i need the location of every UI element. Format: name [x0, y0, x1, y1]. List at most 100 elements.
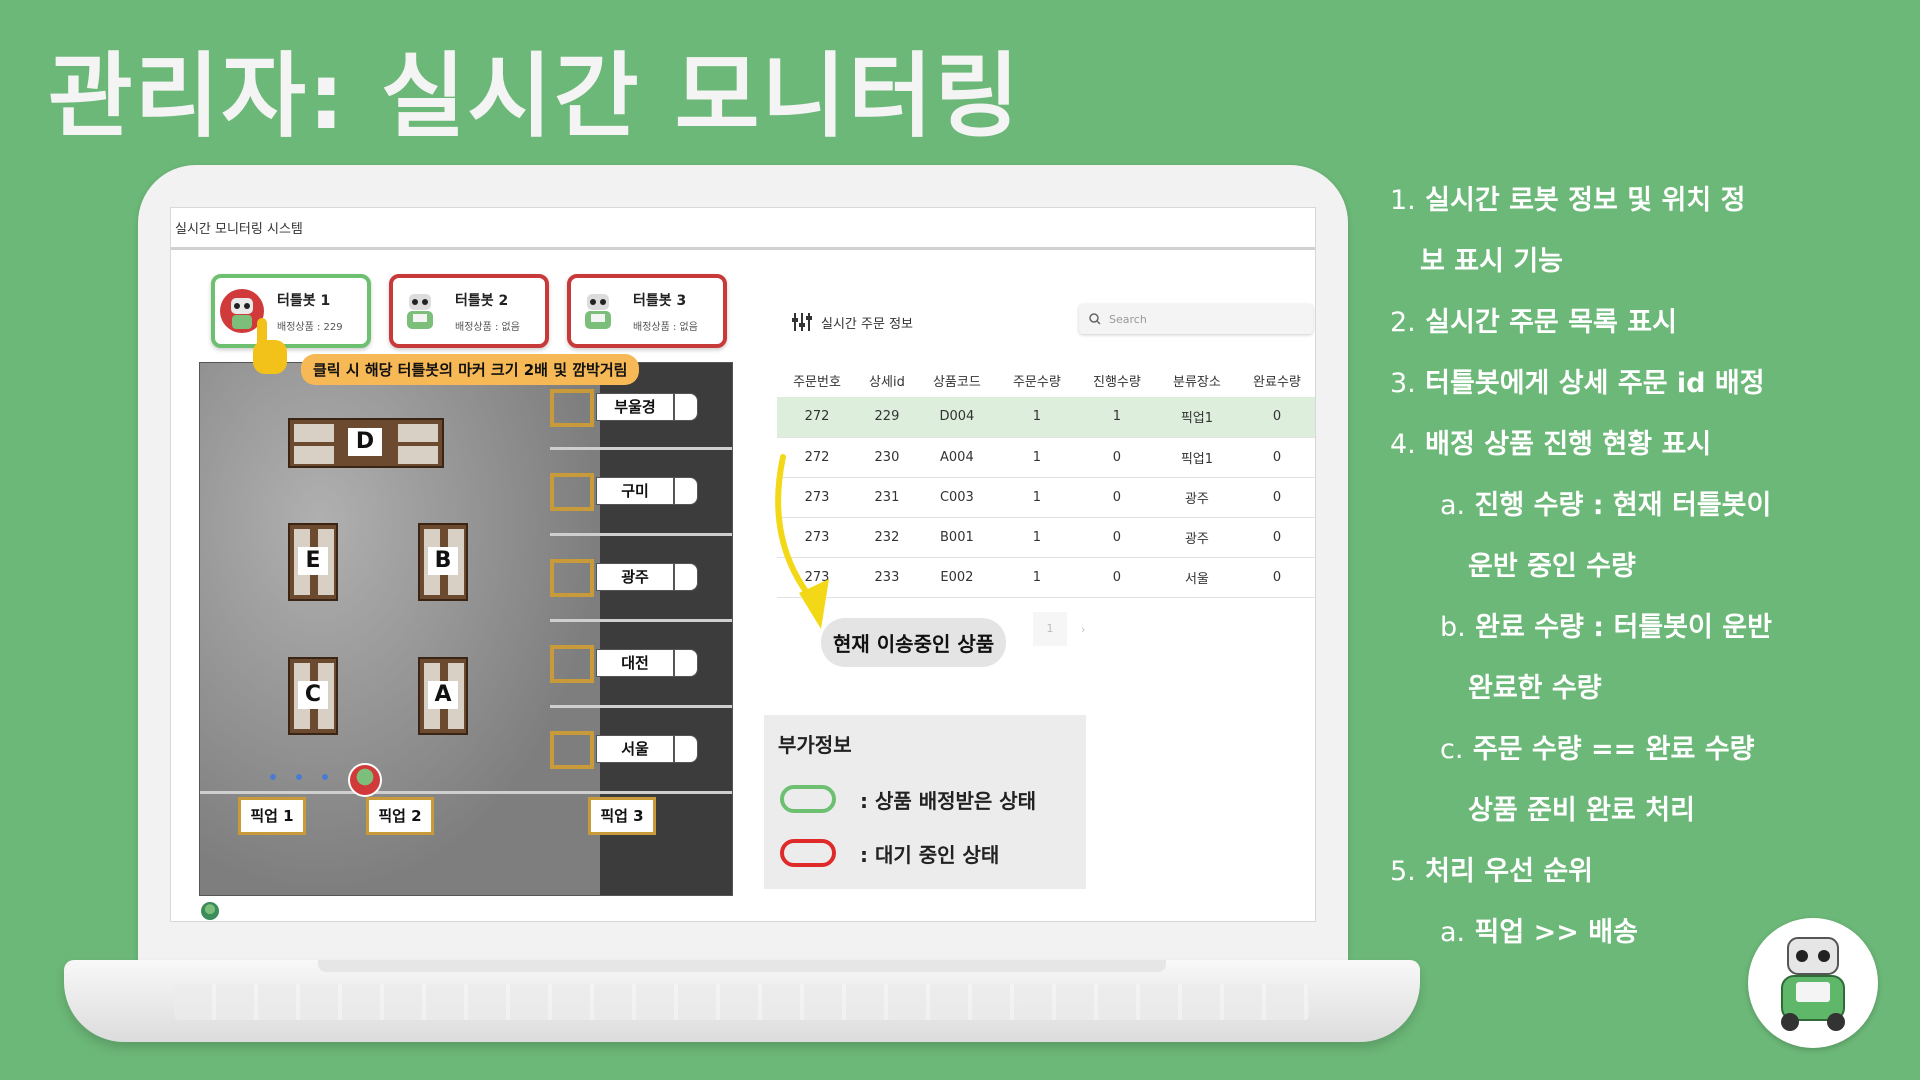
table-cell: 230 [857, 437, 917, 478]
orders-header: 실시간 주문 정보 [791, 312, 913, 332]
orders-table: 주문번호 상세id 상품코드 주문수량 진행수량 분류장소 완료수량 272 2… [777, 363, 1315, 598]
robot-icon [1748, 918, 1878, 1048]
table-cell: 0 [1236, 437, 1315, 478]
column-header[interactable]: 상품코드 [917, 363, 997, 397]
app-screen: 실시간 모니터링 시스템 터틀봇 1 배정상품 : 229 터틀봇 2 배정상품… [170, 207, 1316, 922]
table-cell: C003 [916, 477, 997, 518]
legend-idle-swatch [780, 839, 836, 867]
table-cell: 1 [996, 477, 1077, 518]
pickup-zone-2: 픽업 2 [366, 797, 434, 835]
robot-card-1[interactable]: 터틀봇 1 배정상품 : 229 [211, 274, 371, 348]
shelf-label-e: E [298, 547, 328, 575]
table-cell: 1 [996, 397, 1077, 438]
table-cell: 1 [1076, 397, 1157, 438]
shelf-d: D [288, 418, 444, 468]
table-cell: D004 [916, 397, 997, 438]
table-row[interactable]: 272 229 D004 1 1 픽업1 0 [777, 397, 1315, 438]
dock-zone [550, 389, 594, 427]
list-item: 운반 중인 수량 [1468, 551, 1636, 582]
table-cell: E002 [916, 557, 997, 598]
table-row[interactable]: 273 233 E002 1 0 서울 0 [777, 557, 1315, 598]
shelf-label-c: C [298, 681, 328, 709]
pagination: 1 › [1033, 612, 1085, 646]
hand-pointer-icon [253, 318, 287, 374]
legend-idle-label: : 대기 중인 상태 [860, 843, 1000, 867]
column-header[interactable]: 상세id [857, 363, 917, 397]
table-cell: 픽업1 [1156, 437, 1237, 478]
table-cell: 서울 [1156, 557, 1237, 598]
table-cell: 0 [1236, 397, 1315, 438]
table-row[interactable]: 272 230 A004 1 0 픽업1 0 [777, 437, 1315, 478]
sliders-icon [792, 313, 812, 331]
shelf-label-b: B [428, 547, 458, 575]
column-header[interactable]: 주문번호 [777, 363, 857, 397]
table-row[interactable]: 273 232 B001 1 0 광주 0 [777, 517, 1315, 558]
table-cell: 0 [1236, 517, 1315, 558]
laptop-base [64, 960, 1420, 1042]
table-header-row: 주문번호 상세id 상품코드 주문수량 진행수량 분류장소 완료수량 [777, 363, 1315, 397]
table-cell: 0 [1076, 517, 1157, 558]
table-cell: 0 [1076, 557, 1157, 598]
list-item: 4. 배정 상품 진행 현황 표시 [1390, 429, 1712, 460]
column-header[interactable]: 분류장소 [1157, 363, 1237, 397]
click-hint-callout: 클릭 시 해당 터틀봇의 마커 크기 2배 및 깜박거림 [301, 354, 640, 385]
table-cell: 229 [857, 397, 917, 438]
robot-icon [407, 294, 433, 329]
table-row[interactable]: 273 231 C003 1 0 광주 0 [777, 477, 1315, 518]
orders-title: 실시간 주문 정보 [821, 316, 913, 332]
in-transit-callout: 현재 이송중인 상품 [821, 618, 1007, 667]
robot-icon [585, 294, 611, 329]
dock-label-gwangju: 광주 [596, 563, 674, 591]
robot-card-2[interactable]: 터틀봇 2 배정상품 : 없음 [389, 274, 549, 348]
page-button[interactable]: 1 [1033, 612, 1067, 646]
robot-assigned-item: 배정상품 : 없음 [633, 322, 698, 333]
slide-title: 관리자: 실시간 모니터링 [48, 43, 1022, 150]
list-item: a. 픽업 >> 배송 [1440, 917, 1638, 948]
shelf-a: A [418, 657, 468, 735]
search-input[interactable]: Search [1079, 304, 1313, 334]
warehouse-map[interactable]: D E B C A 부울경 구미 광주 대전 서울 픽업 1 픽업 2 픽업 3 [199, 362, 733, 896]
robot-marker[interactable] [348, 763, 382, 797]
laptop-notch [318, 960, 1166, 972]
table-cell: 231 [857, 477, 917, 518]
app-header: 실시간 모니터링 시스템 [171, 208, 1315, 250]
table-cell: 232 [857, 517, 917, 558]
dock-label-seoul: 서울 [596, 735, 674, 763]
table-cell: 272 [777, 397, 858, 438]
column-header[interactable]: 완료수량 [1237, 363, 1315, 397]
robot-name: 터틀봇 3 [633, 293, 687, 309]
list-item: 2. 실시간 주문 목록 표시 [1390, 307, 1677, 338]
dock-zone [550, 473, 594, 511]
arrow-icon [775, 454, 829, 629]
table-cell: 1 [996, 437, 1077, 478]
robot-assigned-item: 배정상품 : 없음 [455, 322, 520, 333]
list-item: 상품 준비 완료 처리 [1468, 795, 1695, 826]
dock-label-gumi: 구미 [596, 477, 674, 505]
dock-zone [550, 731, 594, 769]
list-item: 완료한 수량 [1468, 673, 1602, 704]
table-cell: A004 [916, 437, 997, 478]
table-cell: B001 [916, 517, 997, 558]
table-cell: 0 [1236, 557, 1315, 598]
robot-card-3[interactable]: 터틀봇 3 배정상품 : 없음 [567, 274, 727, 348]
dock-zone [550, 645, 594, 683]
pickup-zone-3: 픽업 3 [588, 797, 656, 835]
table-cell: 픽업1 [1156, 397, 1237, 438]
search-placeholder: Search [1109, 312, 1147, 326]
table-cell: 0 [1076, 437, 1157, 478]
robot-name: 터틀봇 1 [277, 293, 331, 309]
list-item: 3. 터틀봇에게 상세 주문 id 배정 [1390, 368, 1765, 399]
shelf-c: C [288, 657, 338, 735]
app-title: 실시간 모니터링 시스템 [175, 222, 303, 237]
robot-marker[interactable] [199, 900, 221, 921]
column-header[interactable]: 진행수량 [1077, 363, 1157, 397]
list-item: c. 주문 수량 == 완료 수량 [1440, 734, 1755, 765]
table-cell: 233 [857, 557, 917, 598]
robot-name: 터틀봇 2 [455, 293, 509, 309]
next-page-button[interactable]: › [1081, 623, 1085, 636]
table-cell: 1 [996, 557, 1077, 598]
table-cell: 1 [996, 517, 1077, 558]
table-cell: 광주 [1156, 517, 1237, 558]
search-icon [1089, 313, 1101, 325]
column-header[interactable]: 주문수량 [997, 363, 1077, 397]
